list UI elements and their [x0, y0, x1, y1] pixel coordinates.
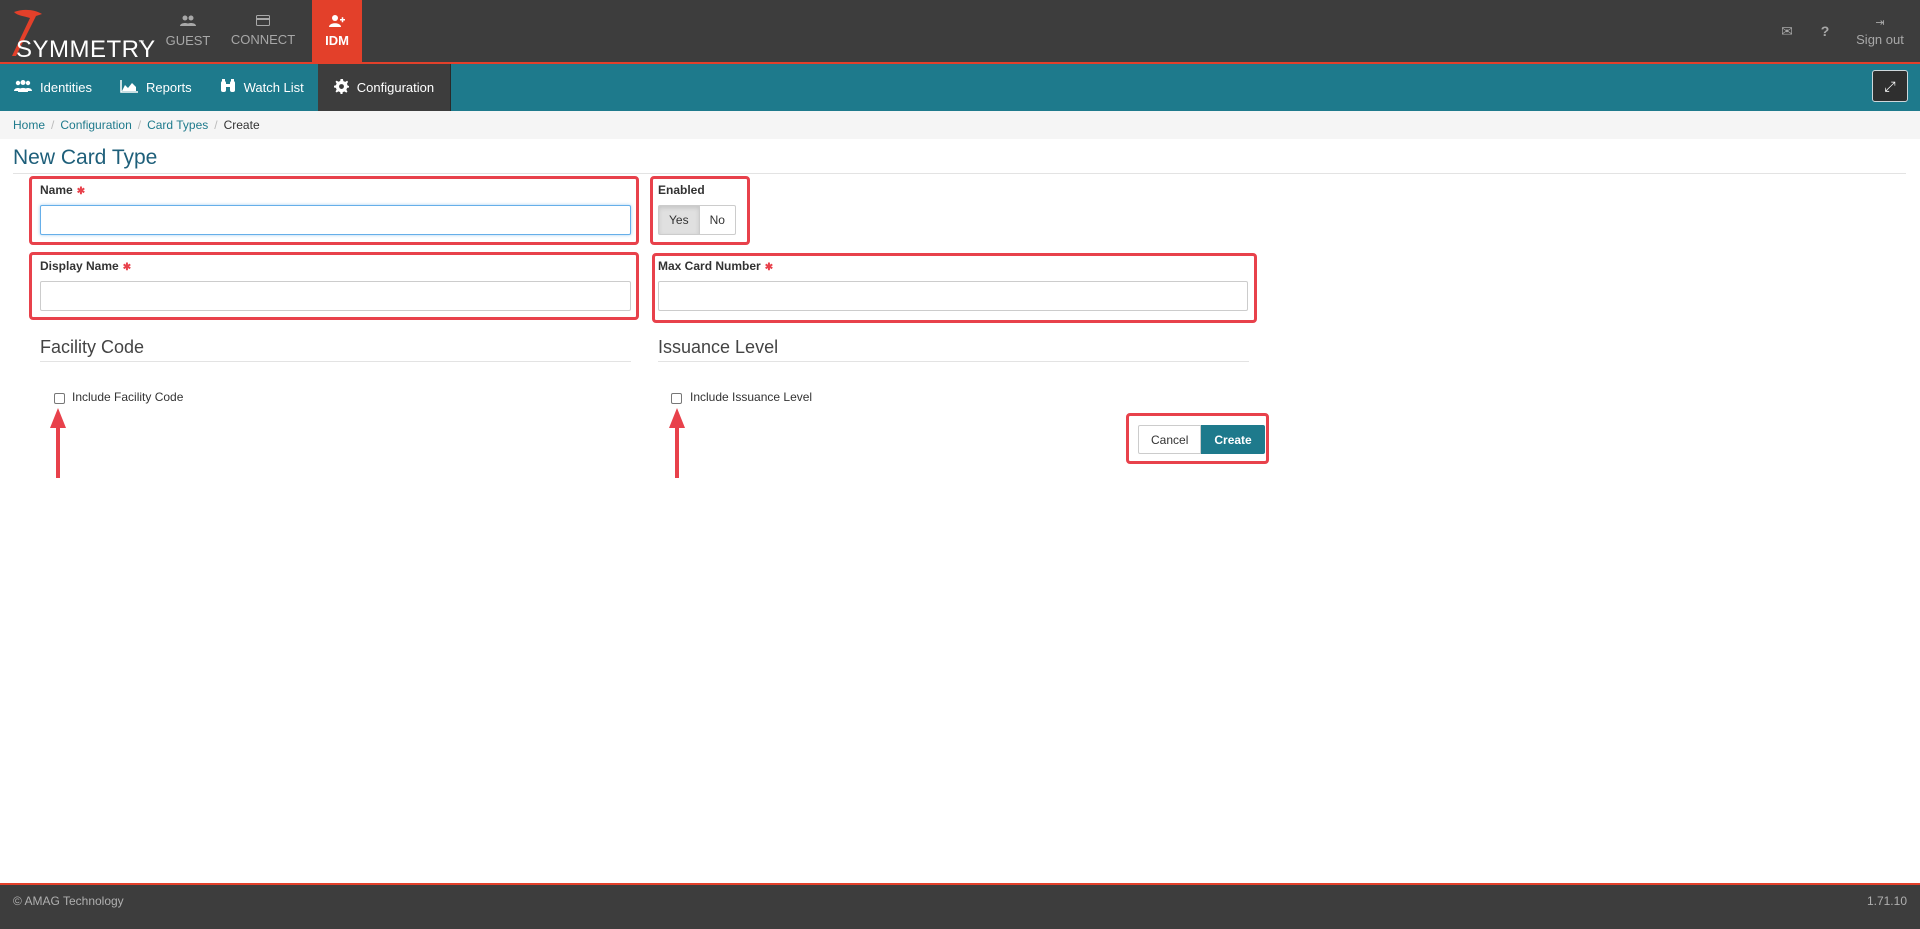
app-nav-connect[interactable]: CONNECT [224, 0, 302, 62]
module-nav-watch-list[interactable]: Watch List [206, 64, 318, 111]
footer: © AMAG Technology 1.71.10 [0, 883, 1920, 929]
mail-icon[interactable]: ✉ [1768, 23, 1806, 40]
module-nav-watch-list-label: Watch List [243, 80, 304, 95]
facility-code-heading: Facility Code [40, 337, 145, 357]
annotation-arrow-shaft [56, 426, 60, 478]
include-facility-code-label: Include Facility Code [72, 390, 184, 404]
enabled-no-button[interactable]: No [699, 205, 736, 235]
binoculars-icon [220, 79, 236, 96]
user-plus-icon [329, 14, 345, 30]
app-nav-connect-label: CONNECT [230, 32, 296, 47]
logo-text: SYMMETRY [16, 36, 156, 63]
breadcrumb-separator: / [137, 118, 142, 132]
breadcrumb: Home / Configuration / Card Types / Crea… [0, 111, 1920, 139]
module-nav-reports[interactable]: Reports [106, 64, 206, 111]
required-icon: ✱ [76, 186, 86, 197]
issuance-level-heading: Issuance Level [658, 337, 779, 357]
breadcrumb-separator: / [214, 118, 218, 132]
symmetry-logo[interactable]: SYMMETRY ™ [6, 6, 155, 63]
sign-out-label: Sign out [1856, 31, 1904, 47]
include-facility-code-checkbox[interactable] [54, 393, 65, 404]
annotation-arrow-head [50, 408, 66, 428]
required-icon: ✱ [122, 262, 132, 273]
breadcrumb-separator: / [51, 118, 55, 132]
header-actions: ✉ ? ⇥ Sign out [1768, 0, 1920, 62]
page-title: New Card Type [13, 146, 158, 169]
module-nav-identities-label: Identities [40, 80, 93, 95]
annotation-arrow-shaft [675, 426, 679, 478]
cancel-button[interactable]: Cancel [1138, 425, 1202, 454]
footer-version: 1.71.10 [1866, 894, 1907, 908]
enabled-toggle: Yes No [658, 205, 736, 235]
app-nav-idm[interactable]: IDM [312, 0, 362, 62]
app-nav-idm-label: IDM [325, 32, 349, 48]
issuance-level-divider [658, 361, 1249, 362]
sign-out-button[interactable]: ⇥ Sign out [1844, 16, 1916, 47]
facility-code-divider [40, 361, 631, 362]
app-nav-guest[interactable]: GUEST [158, 0, 218, 62]
enabled-yes-button[interactable]: Yes [658, 205, 700, 235]
max-card-number-label: Max Card Number ✱ [658, 259, 773, 273]
form-actions: Cancel Create [1138, 425, 1265, 454]
name-label: Name ✱ [40, 183, 85, 197]
required-icon: ✱ [764, 262, 774, 273]
module-nav-identities[interactable]: Identities [0, 64, 106, 111]
create-button[interactable]: Create [1201, 425, 1265, 454]
display-name-label-text: Display Name [40, 259, 119, 273]
module-nav-configuration[interactable]: Configuration [317, 64, 452, 111]
display-name-input[interactable] [40, 281, 631, 311]
max-card-number-label-text: Max Card Number [658, 259, 761, 273]
top-bar: SYMMETRY ™ GUEST CONNECT IDM ✉ ? ⇥ Sign [0, 0, 1920, 64]
card-icon [256, 15, 270, 29]
max-card-number-input[interactable] [658, 281, 1248, 311]
module-nav-reports-label: Reports [146, 80, 192, 95]
annotation-arrow-head [669, 408, 685, 428]
name-input[interactable] [40, 205, 631, 235]
expand-icon: ⤢ [1884, 77, 1896, 94]
gear-icon [333, 78, 349, 97]
name-label-text: Name [40, 183, 73, 197]
title-divider [13, 173, 1906, 174]
breadcrumb-card-types[interactable]: Card Types [147, 118, 208, 132]
module-nav-configuration-label: Configuration [356, 80, 435, 95]
users-icon [14, 79, 32, 96]
sign-out-icon: ⇥ [1875, 16, 1885, 29]
logo-trademark: ™ [138, 40, 144, 46]
breadcrumb-configuration[interactable]: Configuration [60, 118, 131, 132]
breadcrumb-home[interactable]: Home [13, 118, 45, 132]
users-icon [180, 15, 196, 30]
app-nav: GUEST CONNECT IDM [158, 0, 362, 62]
include-issuance-level-label: Include Issuance Level [690, 390, 813, 404]
footer-copyright: © AMAG Technology [13, 894, 124, 908]
display-name-label: Display Name ✱ [40, 259, 131, 273]
help-icon[interactable]: ? [1806, 23, 1844, 39]
app-nav-guest-label: GUEST [165, 32, 211, 48]
module-nav: Identities Reports Watch List Configurat… [0, 64, 1920, 111]
include-issuance-level-checkbox[interactable] [671, 393, 682, 404]
breadcrumb-current: Create [223, 118, 260, 132]
enabled-label: Enabled [658, 183, 705, 197]
fullscreen-button[interactable]: ⤢ [1872, 70, 1908, 102]
area-chart-icon [120, 79, 139, 96]
